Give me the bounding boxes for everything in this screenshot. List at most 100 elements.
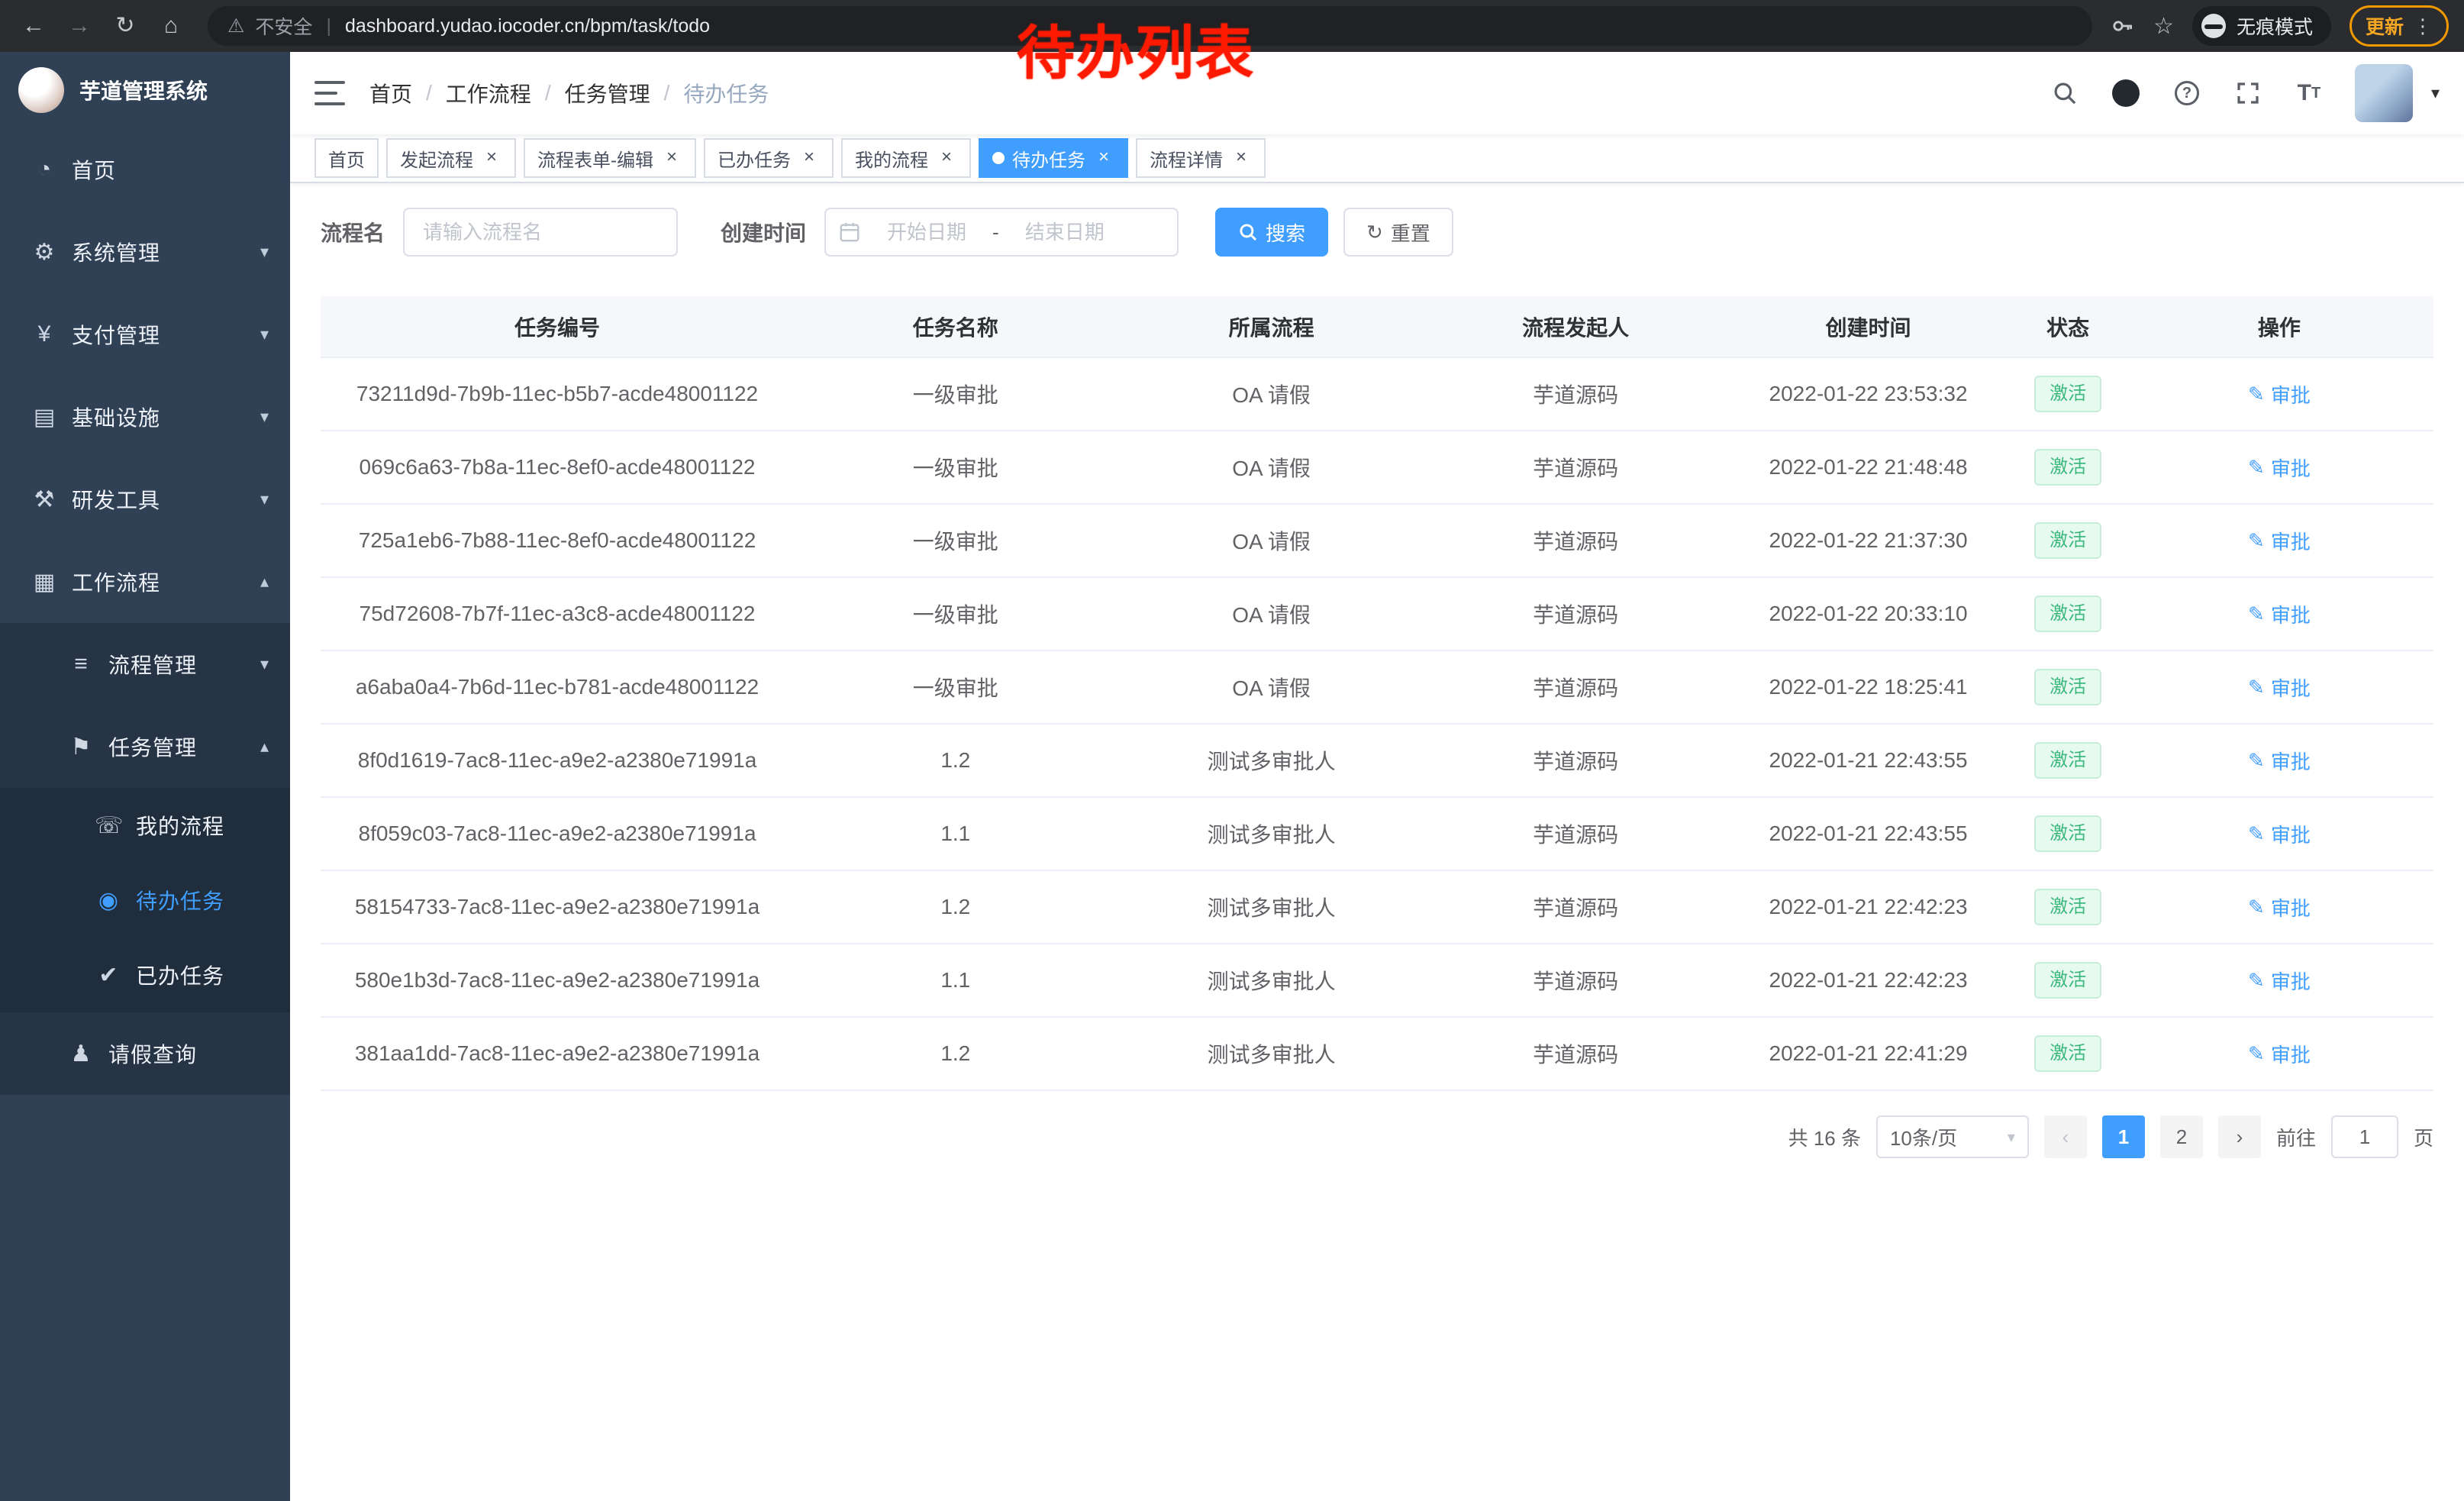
tab-process-detail[interactable]: 流程详情 × <box>1136 138 1266 178</box>
close-icon[interactable]: × <box>661 147 682 169</box>
chevron-icon <box>260 737 269 757</box>
approve-link[interactable]: ✎ 审批 <box>2248 893 2311 922</box>
sidebar-item-infrastructure[interactable]: ▤ 基础设施 <box>0 376 290 458</box>
page-size-select[interactable]: 10条/页 ▾ <box>1876 1115 2029 1158</box>
cell-task-name: 一级审批 <box>794 504 1118 577</box>
process-name-input[interactable] <box>403 208 678 257</box>
approve-link[interactable]: ✎ 审批 <box>2248 747 2311 775</box>
approve-link[interactable]: ✎ 审批 <box>2248 380 2311 408</box>
breadcrumb-link[interactable]: 任务管理 <box>565 78 650 108</box>
tab-todo-tasks[interactable]: 待办任务 × <box>979 138 1128 178</box>
search-button[interactable]: 搜索 <box>1215 208 1328 257</box>
approve-link[interactable]: ✎ 审批 <box>2248 600 2311 628</box>
sidebar-item-home[interactable]: ◔ 首页 <box>0 128 290 211</box>
close-icon[interactable]: × <box>1230 147 1252 169</box>
cell-task-id: 069c6a63-7b8a-11ec-8ef0-acde48001122 <box>321 431 794 504</box>
sidebar-item-dev-tools[interactable]: ⚒ 研发工具 <box>0 458 290 541</box>
tab-done-tasks[interactable]: 已办任务 × <box>704 138 834 178</box>
reset-button[interactable]: ↻ 重置 <box>1343 208 1453 257</box>
cell-process: OA 请假 <box>1118 504 1426 577</box>
tab-label: 首页 <box>328 145 365 172</box>
table-row: 580e1b3d-7ac8-11ec-a9e2-a2380e71991a 1.1… <box>321 944 2433 1017</box>
sidebar-item-label: 请假查询 <box>108 1038 197 1069</box>
approve-link[interactable]: ✎ 审批 <box>2248 527 2311 555</box>
browser-menu-icon[interactable]: ⋮ <box>2413 15 2433 38</box>
cell-status: 激活 <box>2011 724 2124 797</box>
sidebar-item-system-management[interactable]: ⚙ 系统管理 <box>0 211 290 293</box>
close-icon[interactable]: × <box>798 147 820 169</box>
status-badge: 激活 <box>2034 449 2101 486</box>
sidebar-item-leave-query[interactable]: ♟ 请假查询 <box>0 1012 290 1095</box>
password-key-icon[interactable] <box>2111 14 2135 38</box>
table-header-row: 任务编号任务名称所属流程流程发起人创建时间状态操作 <box>321 296 2433 357</box>
logo-avatar <box>18 67 64 113</box>
column-header: 流程发起人 <box>1426 296 1726 357</box>
cell-task-name: 一级审批 <box>794 431 1118 504</box>
approve-link[interactable]: ✎ 审批 <box>2248 454 2311 482</box>
user-avatar[interactable] <box>2355 64 2413 122</box>
tab-my-processes[interactable]: 我的流程 × <box>841 138 971 178</box>
topbar-actions: ? TT ▾ <box>2050 64 2440 122</box>
help-icon[interactable]: ? <box>2172 78 2202 108</box>
table-row: 069c6a63-7b8a-11ec-8ef0-acde48001122 一级审… <box>321 431 2433 504</box>
date-range-picker[interactable]: - <box>824 208 1179 257</box>
breadcrumb-link[interactable]: 首页 <box>369 78 412 108</box>
sidebar-item-todo-tasks[interactable]: ◉ 待办任务 <box>0 863 290 938</box>
active-dot <box>992 152 1005 164</box>
browser-home-button[interactable]: ⌂ <box>153 8 189 44</box>
font-size-icon[interactable]: TT <box>2294 78 2324 108</box>
security-label: 不安全 <box>255 12 312 40</box>
close-icon[interactable]: × <box>481 147 502 169</box>
browser-reload-button[interactable]: ↻ <box>107 8 144 44</box>
cell-task-name: 一级审批 <box>794 577 1118 650</box>
prev-page-button[interactable]: ‹ <box>2044 1115 2087 1158</box>
sidebar-item-process-management[interactable]: ≡ 流程管理 <box>0 623 290 705</box>
user-menu-caret-icon[interactable]: ▾ <box>2431 83 2440 103</box>
tab-initiate-process[interactable]: 发起流程 × <box>386 138 516 178</box>
status-badge: 激活 <box>2034 742 2101 779</box>
sidebar-item-my-processes[interactable]: ☏ 我的流程 <box>0 788 290 863</box>
chevron-icon <box>260 324 269 344</box>
end-date-input[interactable] <box>1005 221 1124 244</box>
tab-home[interactable]: 首页 <box>314 138 379 178</box>
sidebar-item-task-management[interactable]: ⚑ 任务管理 <box>0 705 290 788</box>
next-page-button[interactable]: › <box>2218 1115 2261 1158</box>
close-icon[interactable]: × <box>936 147 957 169</box>
sidebar-item-done-tasks[interactable]: ✔ 已办任务 <box>0 938 290 1012</box>
cell-status: 激活 <box>2011 431 2124 504</box>
sidebar-item-payment-management[interactable]: ¥ 支付管理 <box>0 293 290 376</box>
warning-icon: ⚠ <box>227 15 244 37</box>
edit-icon: ✎ <box>2248 969 2265 993</box>
page-button[interactable]: 1 <box>2102 1115 2145 1158</box>
approve-link[interactable]: ✎ 审批 <box>2248 820 2311 848</box>
cell-initiator: 芋道源码 <box>1426 504 1726 577</box>
approve-link[interactable]: ✎ 审批 <box>2248 1040 2311 1068</box>
chrome-right-controls: ☆ 无痕模式 更新 ⋮ <box>2111 5 2449 47</box>
start-date-input[interactable] <box>867 221 986 244</box>
cell-status: 激活 <box>2011 1017 2124 1090</box>
cell-task-id: 580e1b3d-7ac8-11ec-a9e2-a2380e71991a <box>321 944 794 1017</box>
tab-process-form-edit[interactable]: 流程表单-编辑 × <box>524 138 696 178</box>
fullscreen-icon[interactable] <box>2233 78 2263 108</box>
goto-page-input[interactable] <box>2331 1115 2398 1158</box>
browser-back-button[interactable]: ← <box>15 8 52 44</box>
sidebar-item-workflow[interactable]: ▦ 工作流程 <box>0 541 290 623</box>
page-button[interactable]: 2 <box>2160 1115 2203 1158</box>
payment-icon: ¥ <box>31 321 58 347</box>
approve-link[interactable]: ✎ 审批 <box>2248 967 2311 995</box>
breadcrumb-link[interactable]: 待办任务 <box>683 78 769 108</box>
incognito-icon <box>2201 14 2226 38</box>
github-icon[interactable] <box>2111 78 2141 108</box>
edit-icon: ✎ <box>2248 676 2265 699</box>
sidebar-toggle-icon[interactable] <box>314 81 345 105</box>
cell-created-time: 2022-01-21 22:42:23 <box>1726 870 2011 944</box>
bookmark-star-icon[interactable]: ☆ <box>2153 13 2174 40</box>
browser-forward-button[interactable]: → <box>61 8 98 44</box>
browser-update-button[interactable]: 更新 ⋮ <box>2350 5 2449 47</box>
cell-action: ✎ 审批 <box>2125 431 2433 504</box>
approve-link[interactable]: ✎ 审批 <box>2248 673 2311 702</box>
close-icon[interactable]: × <box>1093 147 1114 169</box>
search-icon[interactable] <box>2050 78 2080 108</box>
breadcrumb-link[interactable]: 工作流程 <box>446 78 531 108</box>
table-row: 58154733-7ac8-11ec-a9e2-a2380e71991a 1.2… <box>321 870 2433 944</box>
